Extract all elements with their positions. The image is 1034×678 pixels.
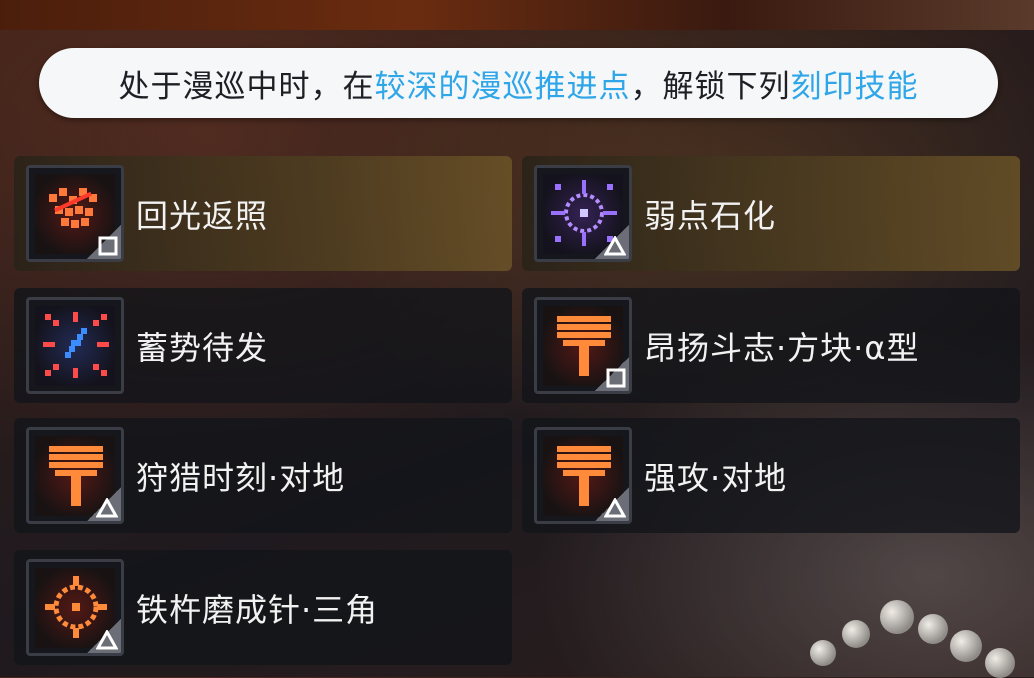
badge-corner — [595, 225, 629, 259]
skill-icon-frame — [26, 559, 124, 656]
skill-name: 强攻·对地 — [644, 458, 788, 497]
background-bead — [842, 620, 870, 648]
skill-name: 弱点石化 — [644, 196, 777, 235]
skill-card-angyangdouzhi[interactable]: 昂扬斗志·方块·α型 — [522, 288, 1020, 403]
banner-highlight-skills: 刻印技能 — [790, 68, 919, 105]
skill-card-tiechumochengzhen[interactable]: 铁杵磨成针·三角 — [14, 550, 512, 665]
background-bead — [810, 640, 836, 666]
badge-corner — [87, 619, 121, 653]
background-bead — [880, 600, 914, 634]
background-bead — [918, 614, 948, 644]
background-art-top — [0, 0, 1034, 30]
badge-corner — [87, 487, 121, 521]
skill-name: 铁杵磨成针·三角 — [136, 590, 379, 629]
skill-card-xushidaifa[interactable]: 蓄势待发 — [14, 288, 512, 403]
skill-icon-frame — [534, 297, 632, 394]
skill-name: 蓄势待发 — [136, 328, 269, 367]
skill-icon-frame — [26, 165, 124, 262]
triangle-badge-icon — [96, 630, 118, 650]
triangle-badge-icon — [604, 236, 626, 256]
skill-card-huiguangfanzhao[interactable]: 回光返照 — [14, 156, 512, 271]
unlock-condition-banner: 处于漫巡中时，在 较深的漫巡推进点 ，解锁下列 刻印技能 — [39, 48, 998, 118]
skill-icon-frame — [26, 297, 124, 394]
badge-corner — [595, 487, 629, 521]
skill-name: 回光返照 — [136, 196, 269, 235]
skill-card-ruodianshihua[interactable]: 弱点石化 — [522, 156, 1020, 271]
banner-text-1: 处于漫巡中时，在 — [118, 68, 375, 105]
skill-icon-frame — [534, 165, 632, 262]
charging-bolt-icon — [43, 312, 109, 378]
banner-highlight-depth: 较深的漫巡推进点 — [374, 68, 631, 105]
skill-name: 昂扬斗志·方块·α型 — [644, 328, 920, 367]
badge-corner — [87, 225, 121, 259]
square-badge-icon — [606, 368, 626, 388]
banner-text-2: ，解锁下列 — [630, 68, 791, 105]
badge-corner — [595, 357, 629, 391]
square-badge-icon — [98, 236, 118, 256]
triangle-badge-icon — [604, 498, 626, 518]
skill-card-qianggong[interactable]: 强攻·对地 — [522, 418, 1020, 533]
skill-card-shouliesike[interactable]: 狩猎时刻·对地 — [14, 418, 512, 533]
triangle-badge-icon — [96, 498, 118, 518]
skill-icon-frame — [534, 427, 632, 524]
background-bead — [950, 630, 982, 662]
skill-icon-frame — [26, 427, 124, 524]
background-bead — [985, 648, 1015, 678]
skill-name: 狩猎时刻·对地 — [136, 458, 346, 497]
